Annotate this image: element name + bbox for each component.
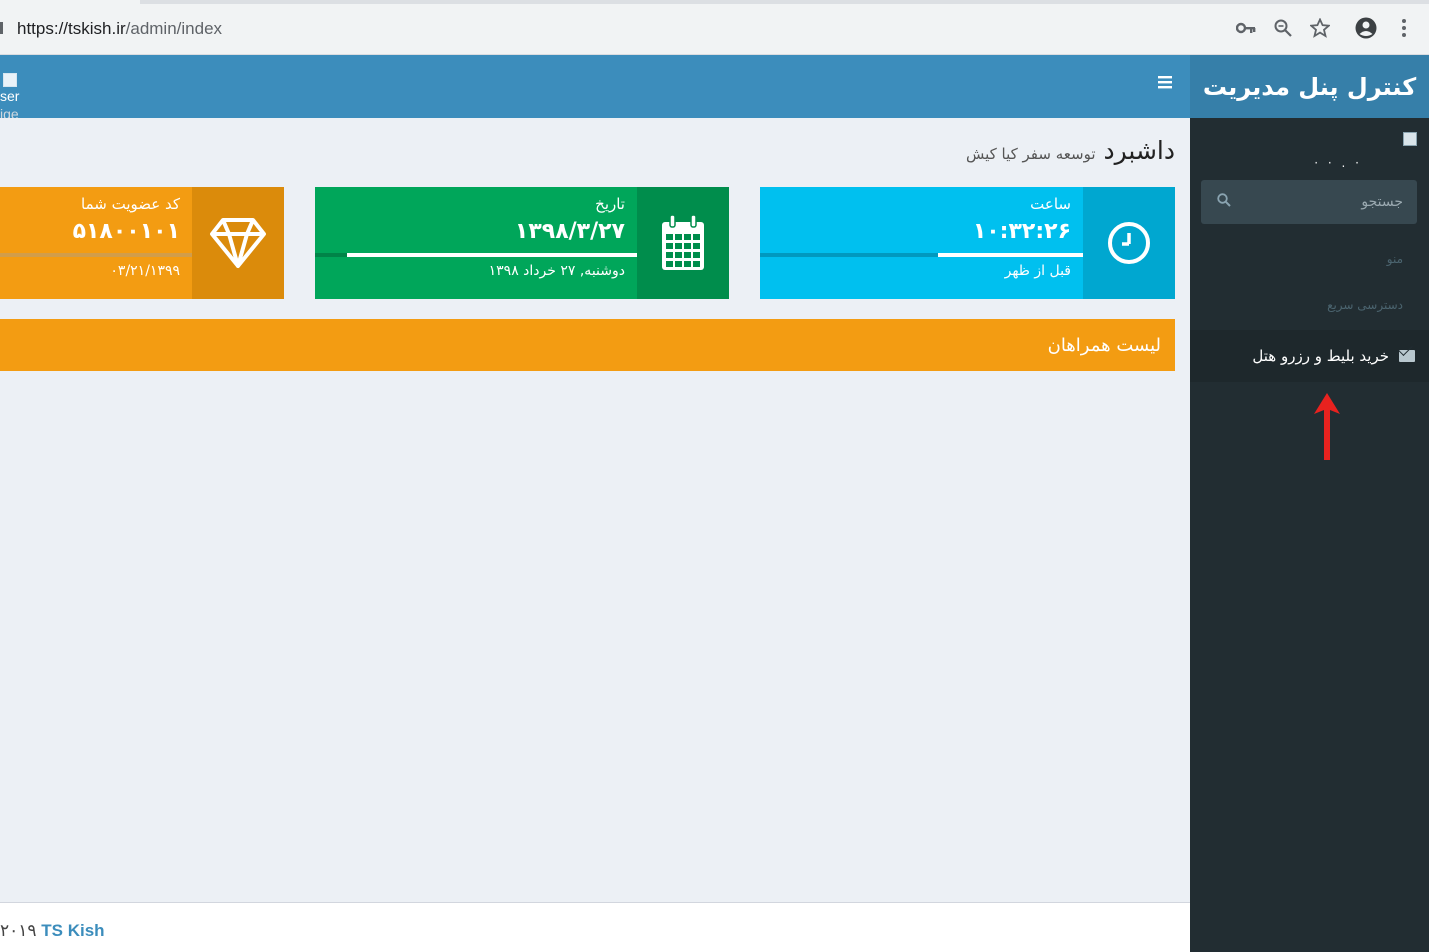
user-image-alt: ser: [0, 88, 20, 104]
footer-year: ۲۰۱۹: [0, 921, 37, 940]
date-info-box: تاریخ ۱۳۹۸/۳/۲۷ دوشنبه, ۲۷ خرداد ۱۳۹۸: [315, 187, 729, 299]
membership-code: ۵۱۸۰۰۱۰۱: [72, 219, 180, 244]
tab-strip-edge: [140, 0, 1429, 4]
main-sidebar: · . · · منو دسترسی سریع خرید بلیط و رزرو…: [1190, 118, 1429, 952]
sidebar-toggle-icon[interactable]: [1158, 75, 1176, 93]
membership-date: ۰۳/۲۱/۱۳۹۹: [110, 263, 180, 279]
zoom-icon[interactable]: [1271, 16, 1295, 40]
sidebar-user-name: · . · ·: [1314, 156, 1362, 170]
sidebar-header-quick-access: دسترسی سریع: [1327, 298, 1403, 312]
page-subtitle: توسعه سفر کیا کیش: [965, 145, 1096, 163]
account-icon[interactable]: [1354, 16, 1378, 40]
key-icon[interactable]: [1234, 16, 1258, 40]
address-bar[interactable]: https://tskish.ir/admin/index: [17, 19, 222, 39]
url-path: /admin/index: [125, 19, 223, 38]
content-wrapper: داشبرد توسعه سفر کیا کیش ساعت ۱۰:۳۲:۲۶ ق…: [0, 118, 1190, 902]
broken-image-icon: [3, 73, 17, 87]
clock-progress-bar: [937, 253, 1083, 257]
footer-link[interactable]: TS Kish: [41, 921, 104, 940]
sidebar-search-form: [1201, 180, 1417, 224]
membership-progress: [0, 253, 192, 257]
membership-progress-bar: [0, 253, 192, 257]
more-vert-icon[interactable]: [1392, 16, 1416, 40]
calendar-icon: [637, 187, 729, 299]
date-desc: دوشنبه, ۲۷ خرداد ۱۳۹۸: [488, 263, 625, 279]
browser-toolbar: https://tskish.ir/admin/index: [0, 0, 1429, 55]
companions-box-title: لیست همراهان: [1047, 334, 1161, 356]
clock-value: ۱۰:۳۲:۲۶: [972, 219, 1071, 244]
date-title: تاریخ: [595, 195, 625, 213]
diamond-icon: [192, 187, 284, 299]
url-host: https://tskish.ir: [17, 19, 126, 38]
clock-title: ساعت: [1030, 195, 1071, 213]
date-value: ۱۳۹۸/۳/۲۷: [514, 219, 625, 244]
companions-box-header[interactable]: لیست همراهان: [0, 319, 1175, 371]
clock-desc: قبل از ظهر: [1004, 263, 1071, 279]
sidebar-item-label: خرید بلیط و رزرو هتل: [1252, 347, 1389, 365]
date-progress: [315, 253, 637, 257]
main-header: ser ige: [0, 55, 1190, 122]
sidebar-item-tickets-hotel[interactable]: خرید بلیط و رزرو هتل: [1190, 330, 1429, 382]
membership-title: کد عضویت شما: [81, 195, 180, 213]
main-footer: ۲۰۱۹ TS Kish: [0, 902, 1190, 952]
envelope-icon: [1399, 350, 1415, 362]
search-icon[interactable]: [1215, 193, 1231, 209]
brand-logo[interactable]: کنترل پنل مدیریت: [1190, 55, 1429, 118]
clock-info-box: ساعت ۱۰:۳۲:۲۶ قبل از ظهر: [760, 187, 1175, 299]
clock-progress: [760, 253, 1083, 257]
clock-icon: [1083, 187, 1175, 299]
page-heading: داشبرد: [1103, 136, 1176, 165]
sidebar-user-panel: · . · ·: [1217, 132, 1417, 172]
red-arrow-annotation: [1314, 393, 1340, 460]
date-progress-bar: [347, 253, 637, 257]
user-avatar: [1403, 132, 1417, 146]
lock-icon[interactable]: [0, 22, 3, 34]
membership-info-box: کد عضویت شما ۵۱۸۰۰۱۰۱ ۰۳/۲۱/۱۳۹۹: [0, 187, 284, 299]
footer-copyright: ۲۰۱۹ TS Kish: [0, 921, 105, 941]
sidebar-header-menu: منو: [1386, 252, 1403, 266]
page-title: داشبرد توسعه سفر کیا کیش: [966, 136, 1175, 165]
bookmark-star-icon[interactable]: [1308, 16, 1332, 40]
sidebar-search-input[interactable]: [1227, 180, 1417, 224]
